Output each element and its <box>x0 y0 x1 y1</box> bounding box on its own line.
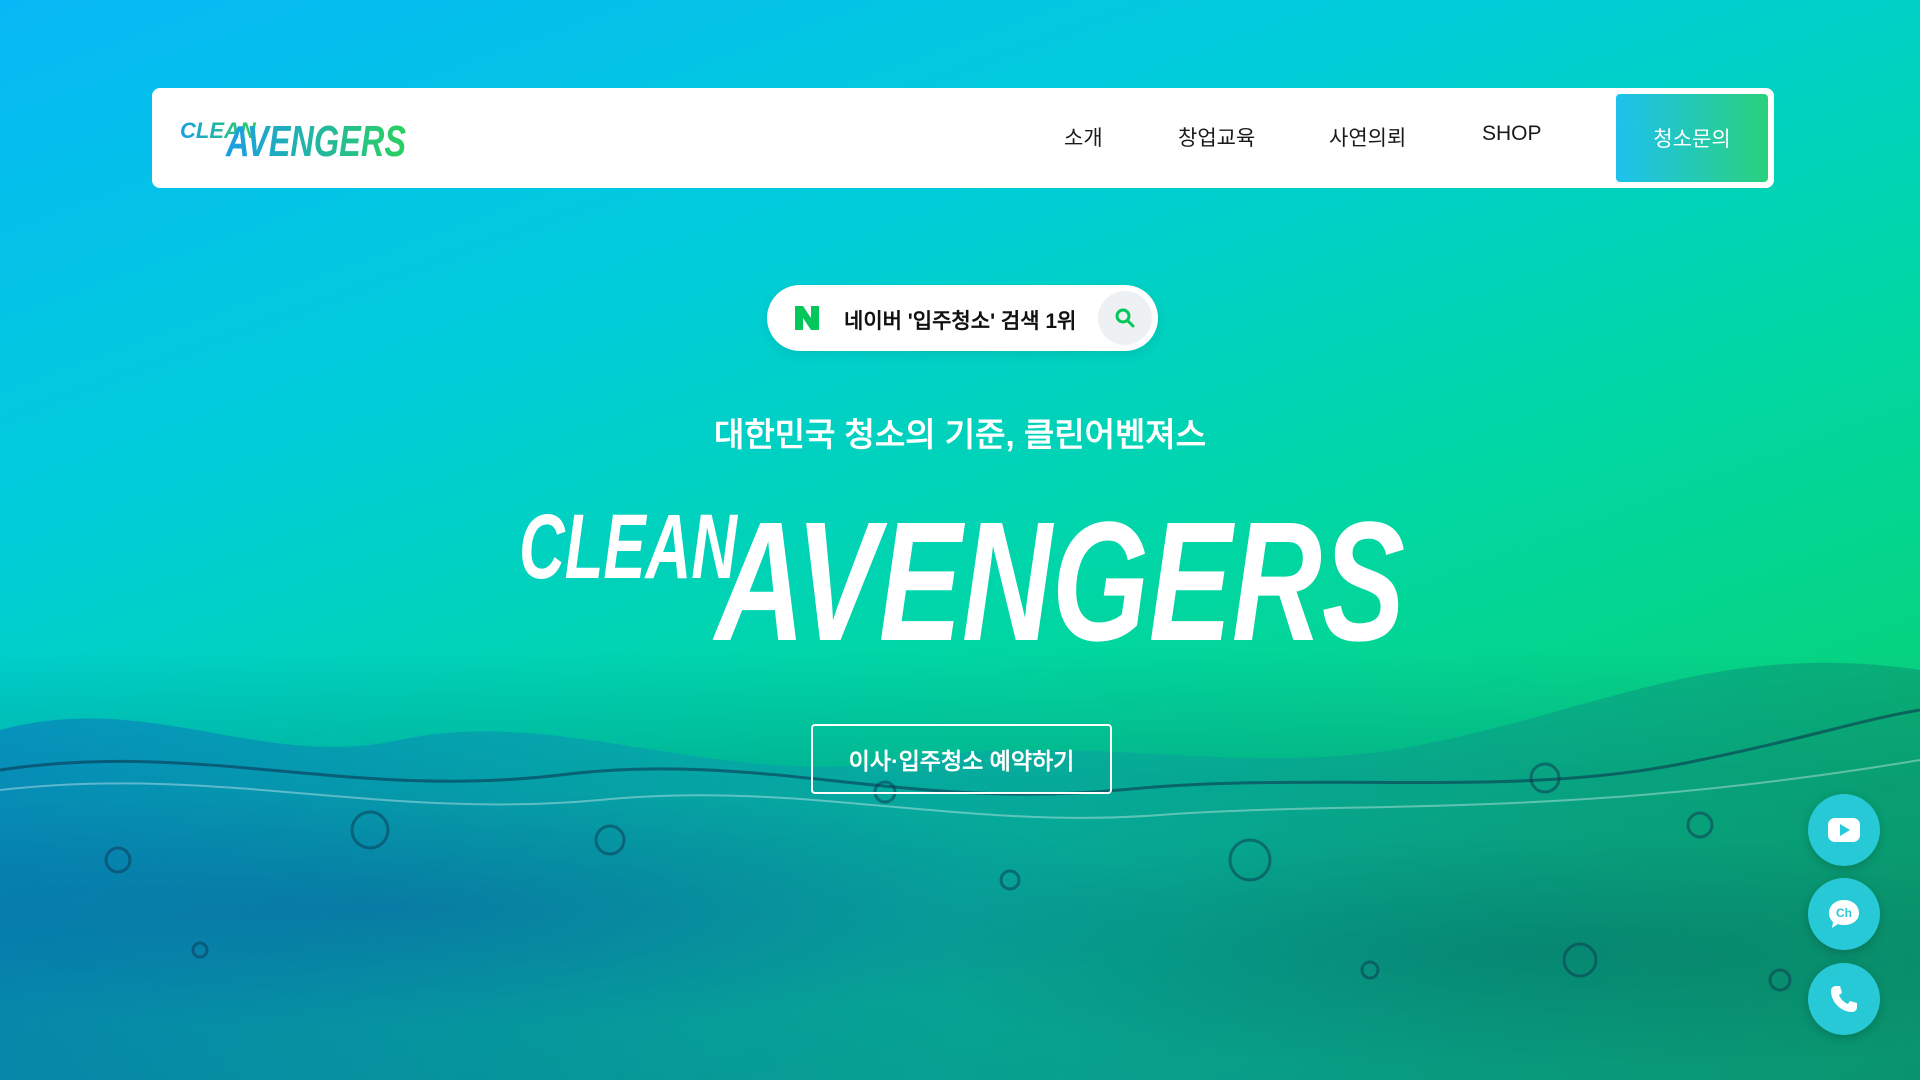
kakao-channel-icon: Ch <box>1829 900 1859 928</box>
kakao-channel-label: Ch <box>1836 906 1852 920</box>
search-button[interactable] <box>1098 291 1152 345</box>
top-navigation-bar: CLEAN AVENGERS 소개 창업교육 사연의뢰 SHOP 청소문의 <box>152 88 1774 188</box>
hero-logo-clean-text: CLEAN <box>519 496 739 598</box>
naver-logo-icon <box>795 306 819 330</box>
kakao-channel-button[interactable]: Ch <box>1808 878 1880 950</box>
youtube-button[interactable] <box>1808 794 1880 866</box>
hero-logo-avengers-text: AVENGERS <box>712 487 1405 660</box>
cleaning-inquiry-button[interactable]: 청소문의 <box>1616 94 1768 182</box>
clean-avengers-logo[interactable]: CLEAN AVENGERS <box>178 106 410 166</box>
hero-clean-avengers-logo: CLEAN AVENGERS <box>519 487 1405 660</box>
nav-item-story-request[interactable]: 사연의뢰 <box>1329 122 1406 152</box>
phone-icon <box>1831 986 1857 1012</box>
nav-item-shop[interactable]: SHOP <box>1482 122 1542 146</box>
naver-search-badge[interactable]: 네이버 '입주청소' 검색 1위 <box>767 285 1158 351</box>
logo-avengers-text: AVENGERS <box>225 117 406 166</box>
nav-item-startup-education[interactable]: 창업교육 <box>1178 122 1255 152</box>
search-icon <box>1115 308 1135 328</box>
water-wave-graphic <box>0 662 1920 1080</box>
youtube-icon <box>1828 818 1860 842</box>
phone-call-button[interactable] <box>1808 963 1880 1035</box>
hero-tagline: 대한민국 청소의 기준, 클린어벤져스 <box>713 416 1207 453</box>
naver-badge-text: 네이버 '입주청소' 검색 1위 <box>844 310 1077 333</box>
water-background <box>0 650 1920 1080</box>
nav-item-intro[interactable]: 소개 <box>1064 122 1103 152</box>
move-in-cleaning-booking-button[interactable]: 이사·입주청소 예약하기 <box>811 724 1112 794</box>
